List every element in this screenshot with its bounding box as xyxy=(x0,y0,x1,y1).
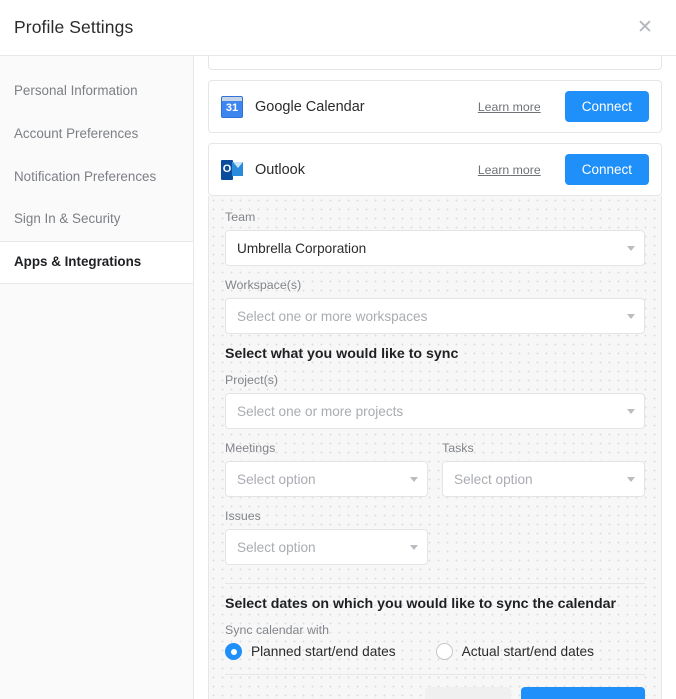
section-divider xyxy=(225,583,645,584)
learn-more-link-outlook[interactable]: Learn more xyxy=(478,163,541,177)
meetings-tasks-row: Meetings Select option Tasks Select opti… xyxy=(225,441,645,509)
issues-field: Issues Select option xyxy=(225,509,428,565)
team-label: Team xyxy=(225,210,645,224)
profile-settings-modal: Profile Settings ✕ Personal Information … xyxy=(0,0,676,699)
chevron-down-icon xyxy=(627,477,635,482)
sidebar-item-personal-information[interactable]: Personal Information xyxy=(0,70,193,113)
issues-placeholder: Select option xyxy=(237,540,316,555)
panel-footer: Cancel Generate URL xyxy=(225,674,645,699)
workspaces-label: Workspace(s) xyxy=(225,278,645,292)
integrations-content: 31 Google Calendar Learn more Connect O … xyxy=(194,56,676,699)
tasks-label: Tasks xyxy=(442,441,645,455)
meetings-label: Meetings xyxy=(225,441,428,455)
settings-sidebar: Personal Information Account Preferences… xyxy=(0,56,194,699)
workspaces-placeholder: Select one or more workspaces xyxy=(237,309,427,324)
workspaces-field: Workspace(s) Select one or more workspac… xyxy=(225,278,645,334)
integration-card-partial xyxy=(208,56,662,70)
integration-row: 31 Google Calendar Learn more Connect xyxy=(209,81,661,132)
close-icon[interactable]: ✕ xyxy=(632,15,658,41)
tasks-field: Tasks Select option xyxy=(442,441,645,497)
meetings-field: Meetings Select option xyxy=(225,441,428,497)
google-calendar-icon: 31 xyxy=(221,96,243,118)
projects-field: Project(s) Select one or more projects xyxy=(225,373,645,429)
projects-placeholder: Select one or more projects xyxy=(237,404,403,419)
radio-actual-dates[interactable]: Actual start/end dates xyxy=(436,643,594,660)
tasks-placeholder: Select option xyxy=(454,472,533,487)
sidebar-item-apps-integrations[interactable]: Apps & Integrations xyxy=(0,241,193,284)
issues-label: Issues xyxy=(225,509,428,523)
learn-more-link-google-calendar[interactable]: Learn more xyxy=(478,100,541,114)
chevron-down-icon xyxy=(627,246,635,251)
google-calendar-icon-day: 31 xyxy=(226,103,238,117)
team-select[interactable]: Umbrella Corporation xyxy=(225,230,645,266)
integration-card-google-calendar: 31 Google Calendar Learn more Connect xyxy=(208,80,662,133)
connect-button-google-calendar[interactable]: Connect xyxy=(565,91,649,122)
issues-row: Issues Select option xyxy=(225,509,645,577)
outlook-icon: O xyxy=(221,159,243,181)
sidebar-item-notification-preferences[interactable]: Notification Preferences xyxy=(0,156,193,199)
integration-row: O Outlook Learn more Connect xyxy=(209,144,661,195)
integration-name: Google Calendar xyxy=(255,99,466,115)
radio-mark-selected-icon xyxy=(225,643,242,660)
chevron-down-icon xyxy=(410,545,418,550)
sync-section-title: Select what you would like to sync xyxy=(225,346,645,362)
tasks-select[interactable]: Select option xyxy=(442,461,645,497)
radio-mark-icon xyxy=(436,643,453,660)
chevron-down-icon xyxy=(627,409,635,414)
integration-name: Outlook xyxy=(255,162,466,178)
radio-planned-dates[interactable]: Planned start/end dates xyxy=(225,643,396,660)
team-field: Team Umbrella Corporation xyxy=(225,210,645,266)
generate-url-button[interactable]: Generate URL xyxy=(521,687,645,699)
dates-section-title: Select dates on which you would like to … xyxy=(225,596,645,612)
modal-header: Profile Settings ✕ xyxy=(0,0,676,56)
connect-button-outlook[interactable]: Connect xyxy=(565,154,649,185)
radio-planned-dates-label: Planned start/end dates xyxy=(251,644,396,659)
page-title: Profile Settings xyxy=(14,17,133,38)
meetings-select[interactable]: Select option xyxy=(225,461,428,497)
meetings-placeholder: Select option xyxy=(237,472,316,487)
team-selected-value: Umbrella Corporation xyxy=(237,241,366,256)
radio-actual-dates-label: Actual start/end dates xyxy=(462,644,594,659)
projects-select[interactable]: Select one or more projects xyxy=(225,393,645,429)
issues-select[interactable]: Select option xyxy=(225,529,428,565)
modal-body: Personal Information Account Preferences… xyxy=(0,56,676,699)
cancel-button[interactable]: Cancel xyxy=(425,687,511,699)
sync-dates-radio-group: Planned start/end dates Actual start/end… xyxy=(225,643,645,674)
workspaces-select[interactable]: Select one or more workspaces xyxy=(225,298,645,334)
chevron-down-icon xyxy=(627,314,635,319)
sync-calendar-with-label: Sync calendar with xyxy=(225,623,645,637)
integration-card-outlook: O Outlook Learn more Connect xyxy=(208,143,662,196)
projects-label: Project(s) xyxy=(225,373,645,387)
sidebar-item-sign-in-security[interactable]: Sign In & Security xyxy=(0,198,193,241)
outlook-config-panel: Team Umbrella Corporation Workspace(s) S… xyxy=(208,196,662,699)
sidebar-item-account-preferences[interactable]: Account Preferences xyxy=(0,113,193,156)
chevron-down-icon xyxy=(410,477,418,482)
